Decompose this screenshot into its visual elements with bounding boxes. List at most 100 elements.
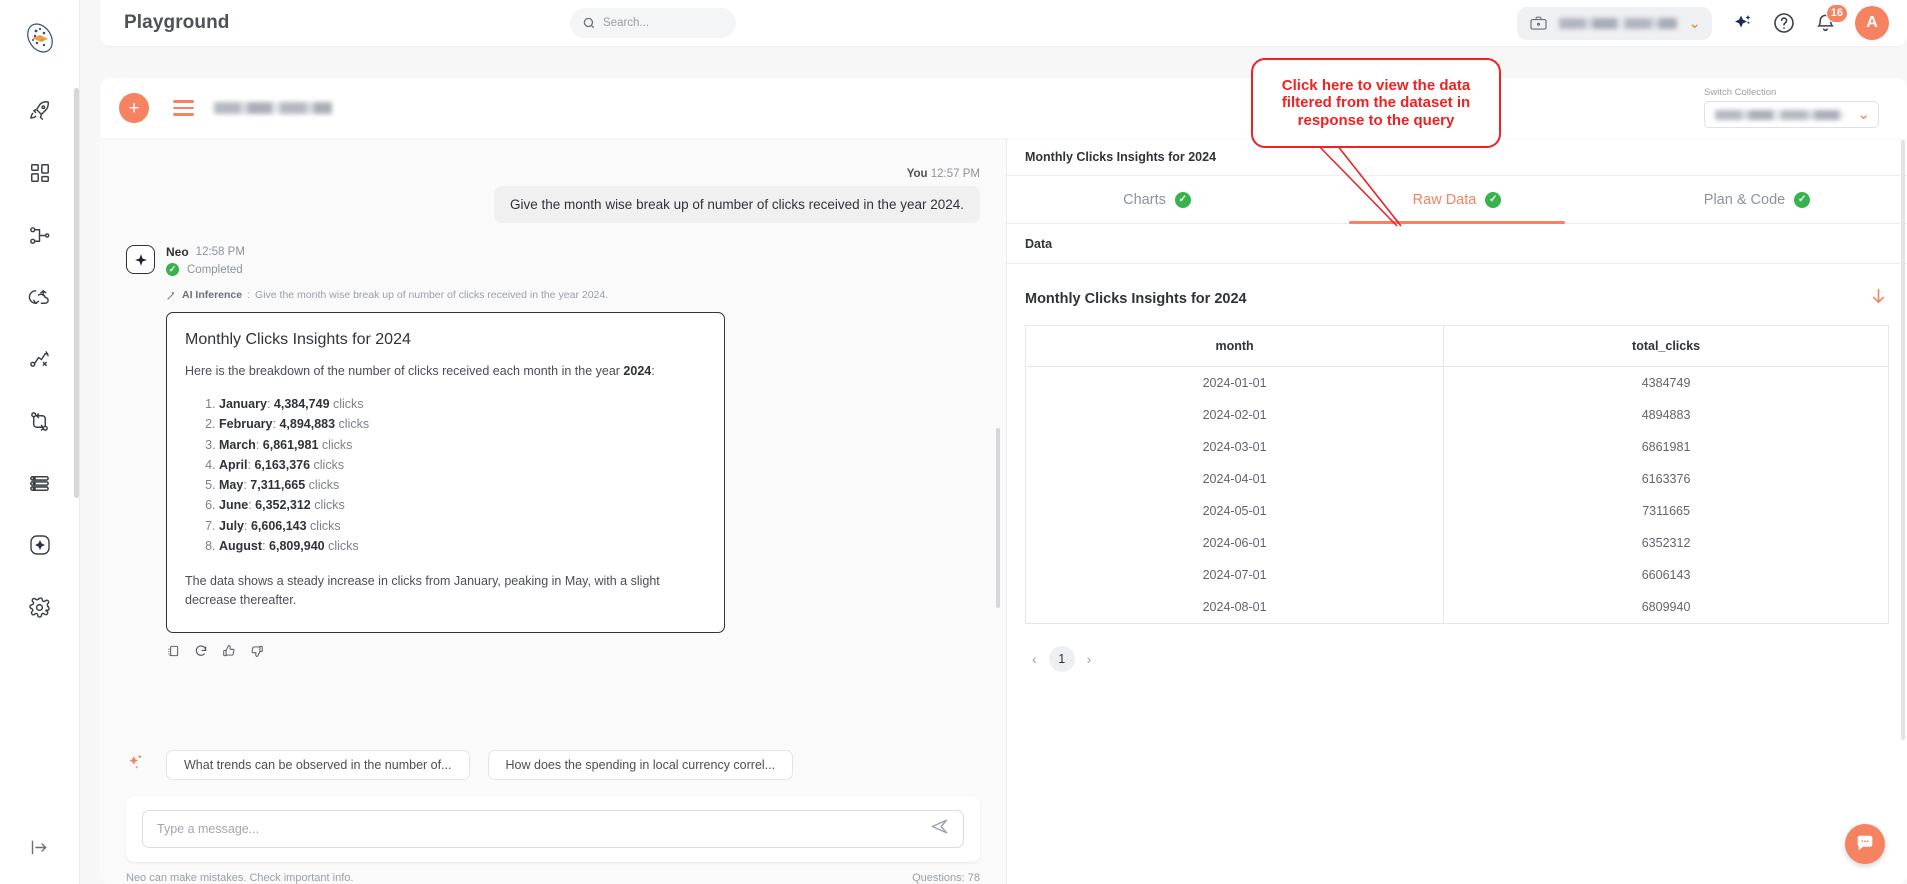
page-scrollbar[interactable] [1901,140,1905,740]
questions-counter: Questions: 78 [912,872,980,884]
assistant-status-text: Completed [187,263,243,276]
list-item: April: 6,163,376 clicks [219,455,702,475]
pagination-next[interactable]: › [1082,649,1097,669]
sidebar-expand-icon[interactable] [17,824,63,870]
tab-charts-label: Charts [1123,191,1166,208]
tab-plan-and-code[interactable]: Plan & Code ✓ [1607,176,1907,223]
chevron-down-icon[interactable]: ⌄ [1688,16,1701,31]
app-logo-icon[interactable] [18,16,62,60]
answer-lead: Here is the breakdown of the number of c… [185,362,702,380]
download-arrow-icon[interactable] [1868,286,1889,311]
answer-lead-after: : [651,364,655,378]
pagination-page-1[interactable]: 1 [1048,646,1075,672]
list-item-month: January [219,397,267,412]
sidebar-item-sync-cloud[interactable] [17,274,63,320]
tab-raw-data-label: Raw Data [1412,191,1477,208]
composer-input-box[interactable] [142,810,964,848]
sidebar-item-branch[interactable] [17,398,63,444]
cell-total-clicks: 6163376 [1641,472,1691,486]
chat-bubble-fab[interactable] [1845,824,1885,864]
switch-collection[interactable]: Switch Collection ⌄ [1704,87,1879,128]
sidebar-item-settings[interactable] [17,584,63,630]
notification-badge: 16 [1825,3,1848,23]
pagination: ‹ 1 › [1025,646,1889,672]
global-search[interactable] [570,8,736,38]
sidebar-item-rocket[interactable] [17,88,63,134]
chat-pane: You 12:57 PM Give the month wise break u… [100,138,1007,884]
tab-charts[interactable]: Charts ✓ [1007,176,1307,223]
list-item-unit: clicks [310,457,345,472]
notifications-button[interactable]: 16 [1814,3,1848,35]
check-circle-icon: ✓ [1485,191,1502,208]
pagination-prev[interactable]: ‹ [1027,649,1042,669]
regenerate-icon[interactable] [194,644,208,661]
list-item: May: 7,311,665 clicks [219,475,702,495]
cell-month: 2024-06-01 [1025,527,1445,559]
new-chat-button[interactable]: + [119,93,149,123]
help-circle-icon[interactable] [1772,11,1796,35]
chat-scroll-area[interactable]: You 12:57 PM Give the month wise break u… [100,138,1006,734]
search-input[interactable] [603,17,723,29]
search-icon [583,17,595,29]
neo-avatar-icon [126,245,155,274]
answer-lead-before: Here is the breakdown of the number of c… [185,364,624,378]
column-header-month[interactable]: month [1025,325,1445,367]
list-item-value: 6,809,940 [269,538,325,553]
ai-inference-label: AI Inference [182,289,243,301]
threads-menu-icon[interactable] [173,100,194,116]
composer [126,796,980,862]
column-header-total-clicks[interactable]: total_clicks [1443,325,1889,367]
message-input[interactable] [157,822,930,836]
cell-month: 2024-05-01 [1025,495,1445,527]
data-section-label: Data [1007,224,1907,264]
switch-collection-value-redacted [1715,109,1843,120]
list-item-value: 4,894,883 [279,417,336,432]
thumbs-down-icon[interactable] [250,644,264,661]
suggestion-row: What trends can be observed in the numbe… [100,750,1006,780]
sidebar-scrollbar[interactable] [74,88,79,498]
table-row: 2024-08-01 6809940 [1025,591,1889,624]
workspace-selector[interactable]: ⌄ [1517,6,1712,40]
cell-month: 2024-03-01 [1025,431,1445,463]
sidebar-item-database[interactable] [17,460,63,506]
cell-month: 2024-07-01 [1025,559,1445,591]
assistant-message: Neo 12:58 PM ✓ Completed AI Inference: … [126,245,980,661]
results-pane: Monthly Clicks Insights for 2024 Charts … [1007,138,1907,884]
table-row: 2024-07-01 6606143 [1025,559,1889,591]
sidebar-item-ai-sparkle[interactable] [17,522,63,568]
thumbs-up-icon[interactable] [222,644,236,661]
suggestion-chip-2[interactable]: How does the spending in local currency … [487,750,794,780]
cell-total-clicks: 7311665 [1642,504,1690,518]
sidebar-item-pipeline[interactable] [17,212,63,258]
assistant-status: ✓ Completed [166,263,980,276]
result-head: Monthly Clicks Insights for 2024 [1025,286,1889,311]
table-row: 2024-01-01 4384749 [1025,366,1889,399]
disclaimer-text: Neo can make mistakes. Check important i… [126,872,354,884]
results-tabs: Charts ✓ Raw Data ✓ Plan & Code ✓ [1007,176,1907,224]
switch-collection-label: Switch Collection [1704,87,1777,98]
list-item-month: July [219,518,245,533]
suggestion-chip-1[interactable]: What trends can be observed in the numbe… [166,750,470,780]
ai-sparkle-icon[interactable] [1730,11,1754,35]
copy-icon[interactable] [166,644,180,661]
table-head: month total_clicks [1025,325,1889,367]
sidebar-item-route[interactable] [17,336,63,382]
switch-collection-dropdown[interactable]: ⌄ [1704,101,1879,128]
chevron-down-icon[interactable]: ⌄ [1857,107,1870,122]
chat-scrollbar[interactable] [996,428,1000,608]
avatar[interactable]: A [1855,6,1889,40]
cell-month: 2024-08-01 [1025,591,1445,624]
answer-title: Monthly Clicks Insights for 2024 [185,331,411,348]
list-item-month: June [219,498,249,513]
assistant-author: Neo [166,245,189,259]
user-message-text: Give the month wise break up of number o… [494,186,980,223]
tab-raw-data[interactable]: Raw Data ✓ [1307,176,1607,224]
list-item-unit: clicks [335,417,370,432]
monthly-clicks-list: January: 4,384,749 clicksFebruary: 4,894… [219,394,702,556]
check-circle-icon: ✓ [166,263,179,276]
list-item-unit: clicks [306,518,341,533]
cell-total-clicks: 4894883 [1641,408,1691,422]
sidebar-item-dashboard[interactable] [17,150,63,196]
send-icon[interactable] [930,817,949,841]
list-item-month: March [219,437,256,452]
